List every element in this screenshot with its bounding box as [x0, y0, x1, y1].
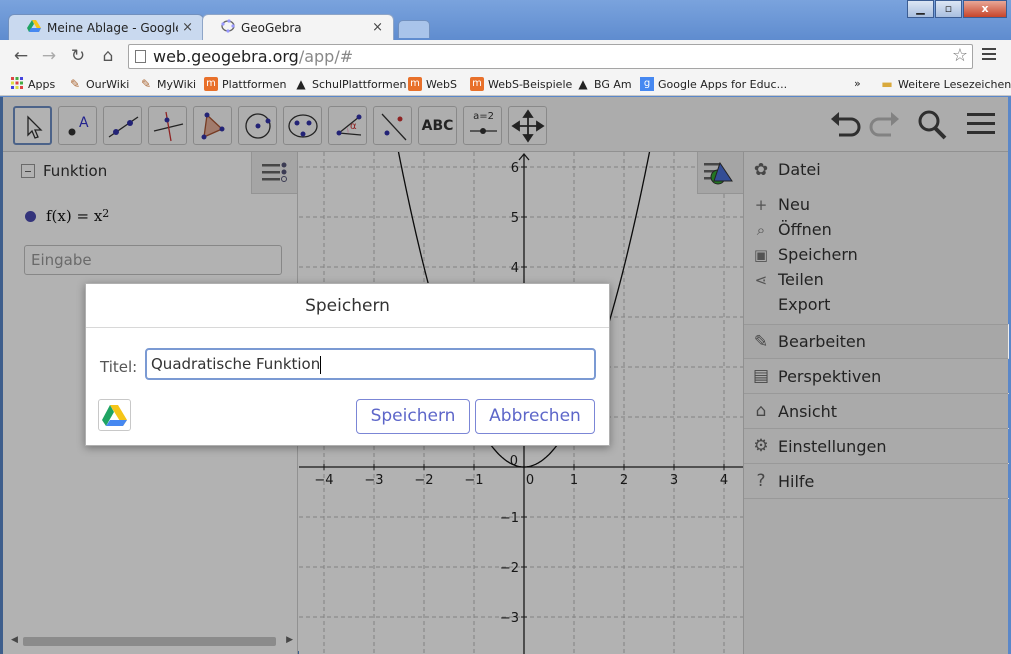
- home-icon[interactable]: ⌂: [97, 46, 119, 66]
- minimize-button[interactable]: ▁: [907, 0, 934, 18]
- title-input[interactable]: Quadratische Funktion: [145, 348, 596, 380]
- bookmark-label: OurWiki: [86, 77, 130, 91]
- tab-title: GeoGebra: [241, 20, 302, 35]
- moodle-icon: m: [408, 77, 422, 91]
- wiki-icon: ✎: [69, 77, 81, 91]
- browser-toolbar: ← → ↻ ⌂ web.geogebra.org/app/# ☆: [0, 40, 1011, 72]
- bookmarks-bar: Apps ✎ OurWiki ✎ MyWiki m Plattformen ▲ Schu…: [0, 72, 1011, 96]
- geogebra-icon: [221, 19, 235, 36]
- bookmark-ourwiki[interactable]: ✎ OurWiki: [68, 77, 129, 91]
- bookmark-star-icon[interactable]: ☆: [952, 44, 968, 67]
- address-host: web.geogebra.org: [153, 47, 299, 66]
- bookmark-label: Weitere Lesezeichen: [898, 77, 1011, 91]
- bookmark-label: MyWiki: [157, 77, 197, 91]
- bookmark-label: WebS-Beispiele: [488, 77, 573, 91]
- bookmark-schulplattformen[interactable]: ▲ SchulPlattformen: [294, 77, 406, 91]
- bookmark-label: SchulPlattformen: [312, 77, 407, 91]
- moodle-icon: m: [470, 77, 484, 91]
- bookmarks-more-button[interactable]: »: [854, 77, 861, 90]
- bookmark-label: BG Am: [594, 77, 632, 91]
- tab-close-icon[interactable]: ×: [372, 20, 383, 35]
- google-icon: g: [640, 77, 654, 91]
- close-window-button[interactable]: x: [963, 0, 1007, 18]
- window-controls: ▁ ▫ x: [906, 0, 1007, 18]
- page-icon: [135, 50, 146, 63]
- bookmark-apps[interactable]: Apps: [10, 77, 55, 91]
- forward-arrow-icon[interactable]: →: [38, 46, 60, 66]
- bookmark-label: Plattformen: [222, 77, 287, 91]
- bookmark-mywiki[interactable]: ✎ MyWiki: [139, 77, 196, 91]
- save-dialog: Speichern Titel: Quadratische Funktion S…: [85, 283, 610, 446]
- address-bar[interactable]: web.geogebra.org/app/# ☆: [128, 44, 973, 69]
- google-drive-icon: [102, 405, 127, 426]
- new-tab-button[interactable]: [398, 20, 430, 38]
- modal-overlay-toolbar: [0, 97, 1008, 152]
- browser-titlebar: Meine Ablage - Google Drive × GeoGebra ×…: [0, 0, 1011, 40]
- dialog-title: Speichern: [86, 284, 609, 328]
- tab-google-drive[interactable]: Meine Ablage - Google Drive ×: [8, 14, 204, 40]
- title-input-value: Quadratische Funktion: [151, 355, 321, 373]
- reload-icon[interactable]: ↻: [67, 46, 89, 66]
- apps-grid-icon: [10, 77, 24, 91]
- google-drive-button[interactable]: [98, 399, 131, 431]
- tab-geogebra[interactable]: GeoGebra ×: [202, 14, 394, 40]
- tab-close-icon[interactable]: ×: [182, 20, 193, 35]
- bookmark-label: Apps: [28, 77, 56, 91]
- wiki-icon: ✎: [140, 77, 152, 91]
- folder-icon: ▬: [881, 77, 893, 91]
- bookmark-bg-am[interactable]: ▲ BG Am: [576, 77, 632, 91]
- browser-menu-icon[interactable]: [982, 48, 996, 60]
- tab-title: Meine Ablage - Google Drive: [47, 20, 178, 35]
- bookmark-webs-beispiele[interactable]: m WebS-Beispiele: [470, 77, 572, 91]
- bookmark-google-apps[interactable]: g Google Apps for Educ...: [640, 77, 787, 91]
- google-drive-icon: [27, 20, 41, 35]
- bookmarks-folder[interactable]: ▬ Weitere Lesezeichen: [880, 77, 1011, 91]
- text-caret: [320, 355, 322, 374]
- bookmark-plattformen[interactable]: m Plattformen: [204, 77, 286, 91]
- bookmark-webs[interactable]: m WebS: [408, 77, 457, 91]
- tux-icon: ▲: [578, 77, 588, 91]
- save-button[interactable]: Speichern: [356, 399, 470, 434]
- tux-icon: ▲: [296, 77, 306, 91]
- back-arrow-icon[interactable]: ←: [10, 46, 32, 66]
- cancel-button[interactable]: Abbrechen: [475, 399, 595, 434]
- address-path: /app/#: [298, 47, 354, 66]
- bookmark-label: Google Apps for Educ...: [658, 77, 788, 91]
- bookmark-label: WebS: [426, 77, 457, 91]
- title-label: Titel:: [100, 358, 138, 376]
- moodle-icon: m: [204, 77, 218, 91]
- maximize-button[interactable]: ▫: [935, 0, 962, 18]
